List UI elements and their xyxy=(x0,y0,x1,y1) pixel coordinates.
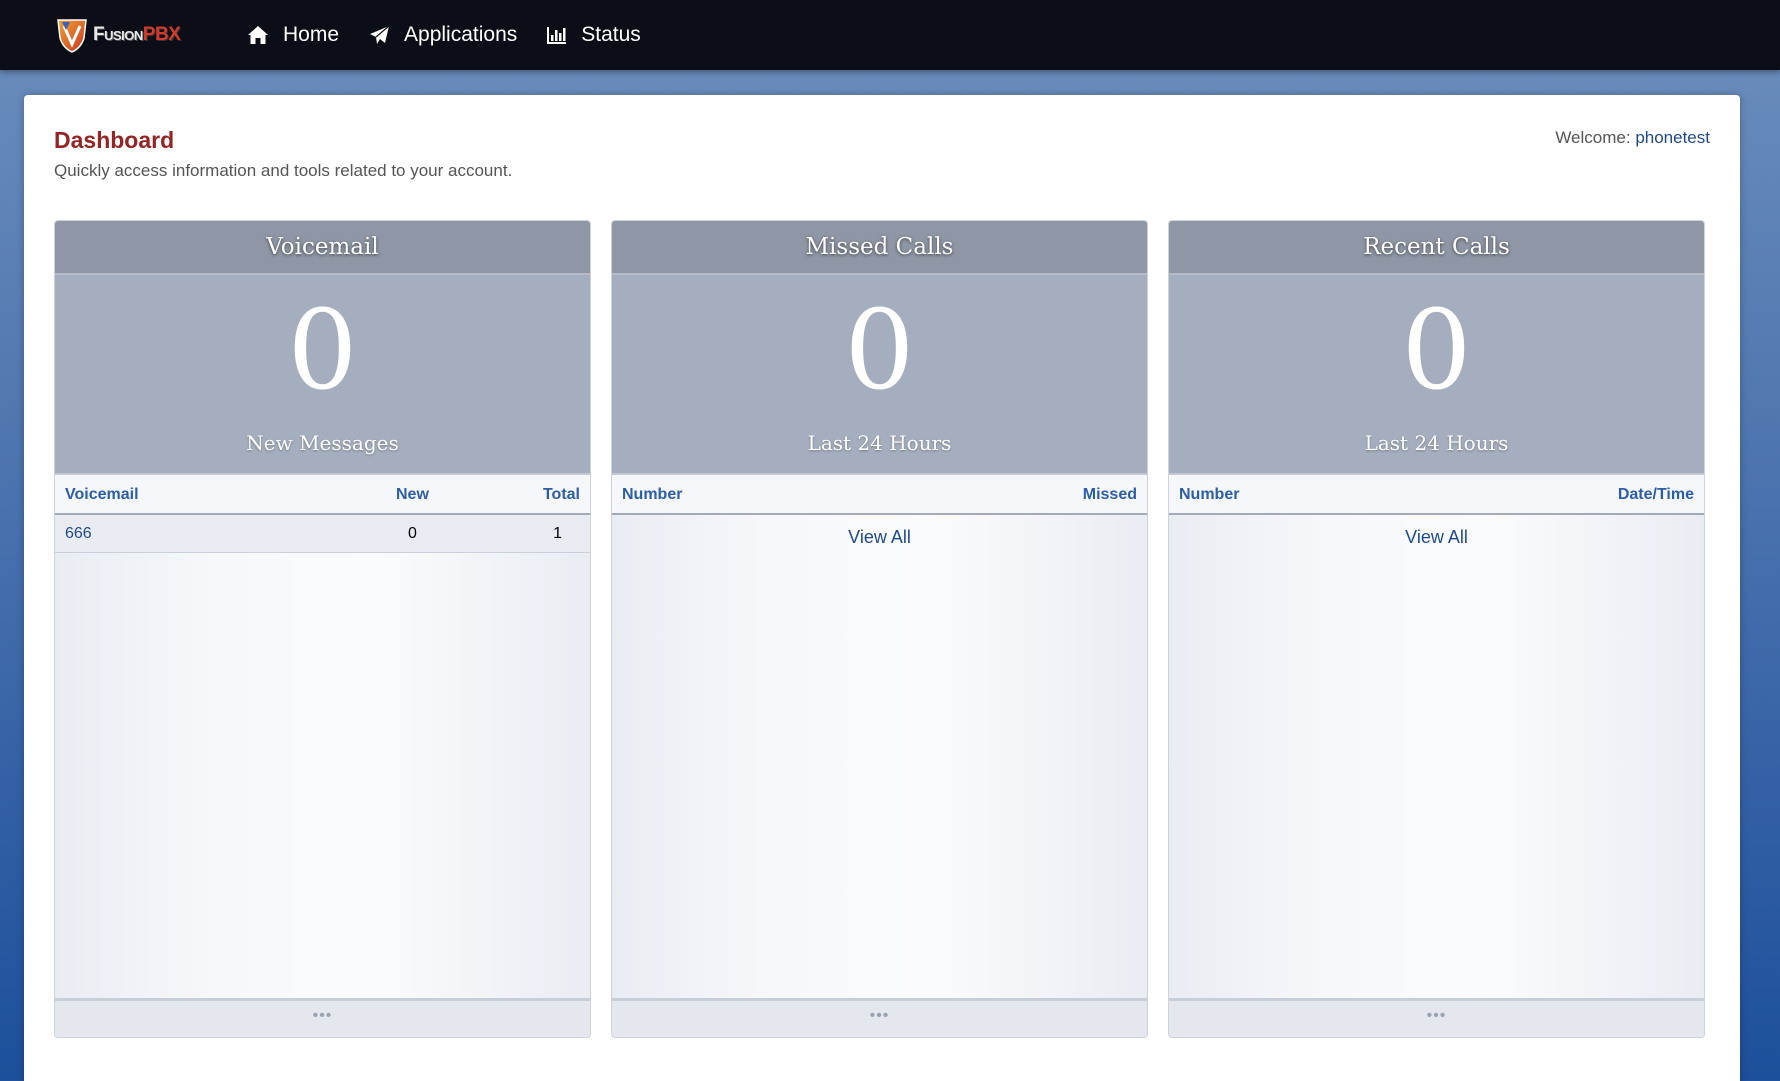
recent-calls-count: 0 xyxy=(1401,286,1472,414)
voicemail-counter[interactable]: 0 New Messages xyxy=(55,275,590,475)
fusionpbx-logo[interactable]: FusionPBX xyxy=(55,15,181,55)
voicemail-new-count: 0 xyxy=(408,525,417,542)
missed-calls-expand-button[interactable]: ••• xyxy=(612,998,1147,1037)
column-header-number[interactable]: Number xyxy=(622,486,682,504)
paper-plane-icon xyxy=(370,25,390,44)
page-description: Quickly access information and tools rel… xyxy=(54,161,513,180)
voicemail-box-link[interactable]: 666 xyxy=(65,525,92,543)
bar-chart-icon xyxy=(547,27,567,44)
main-content: Dashboard Quickly access information and… xyxy=(24,95,1740,1081)
recent-calls-widget: Recent Calls 0 Last 24 Hours Number Date… xyxy=(1168,220,1705,1038)
welcome-message: Welcome: phonetest xyxy=(1555,128,1710,148)
missed-calls-count: 0 xyxy=(844,286,915,414)
column-header-number[interactable]: Number xyxy=(1179,486,1239,504)
recent-calls-table-header: Number Date/Time xyxy=(1169,475,1704,515)
missed-calls-widget-title: Missed Calls xyxy=(612,221,1147,275)
logo-text-fusion: Fusion xyxy=(93,24,143,45)
voicemail-widget-title: Voicemail xyxy=(55,221,590,275)
recent-calls-expand-button[interactable]: ••• xyxy=(1169,998,1704,1037)
table-row[interactable]: 666 0 1 xyxy=(55,515,590,553)
username-link[interactable]: phonetest xyxy=(1635,128,1710,147)
home-icon xyxy=(248,26,268,44)
nav-status-label: Status xyxy=(581,23,641,46)
missed-calls-count-label: Last 24 Hours xyxy=(807,431,952,455)
logo-text: FusionPBX xyxy=(93,24,181,46)
missed-calls-view-all-link[interactable]: View All xyxy=(612,527,1147,548)
nav-status[interactable]: Status xyxy=(547,23,641,47)
logo-text-pbx: PBX xyxy=(142,24,181,45)
nav-home-label: Home xyxy=(283,23,340,46)
column-header-voicemail[interactable]: Voicemail xyxy=(65,486,139,504)
recent-calls-widget-title: Recent Calls xyxy=(1169,221,1704,275)
voicemail-widget: Voicemail 0 New Messages Voicemail New T… xyxy=(54,220,591,1038)
voicemail-count: 0 xyxy=(287,286,358,414)
column-header-datetime[interactable]: Date/Time xyxy=(1618,486,1694,504)
voicemail-total-count: 1 xyxy=(553,525,562,542)
voicemail-expand-button[interactable]: ••• xyxy=(55,998,590,1037)
voicemail-count-label: New Messages xyxy=(246,431,399,455)
recent-calls-count-label: Last 24 Hours xyxy=(1364,431,1509,455)
column-header-missed[interactable]: Missed xyxy=(1083,486,1137,504)
welcome-label: Welcome: xyxy=(1555,128,1631,147)
top-navbar: FusionPBX Home Applications Status xyxy=(0,0,1780,70)
recent-calls-counter[interactable]: 0 Last 24 Hours xyxy=(1169,275,1704,475)
voicemail-table-header: Voicemail New Total xyxy=(55,475,590,515)
missed-calls-widget: Missed Calls 0 Last 24 Hours Number Miss… xyxy=(611,220,1148,1038)
logo-shield-icon xyxy=(57,19,87,53)
column-header-total[interactable]: Total xyxy=(543,486,580,504)
nav-applications[interactable]: Applications xyxy=(369,23,517,47)
recent-calls-view-all-link[interactable]: View All xyxy=(1169,527,1704,548)
main-nav: Home Applications Status xyxy=(247,0,671,70)
column-header-new[interactable]: New xyxy=(396,486,429,504)
nav-applications-label: Applications xyxy=(404,23,518,46)
page-title: Dashboard xyxy=(54,127,175,153)
missed-calls-counter[interactable]: 0 Last 24 Hours xyxy=(612,275,1147,475)
nav-home[interactable]: Home xyxy=(247,23,339,47)
missed-calls-table-header: Number Missed xyxy=(612,475,1147,515)
